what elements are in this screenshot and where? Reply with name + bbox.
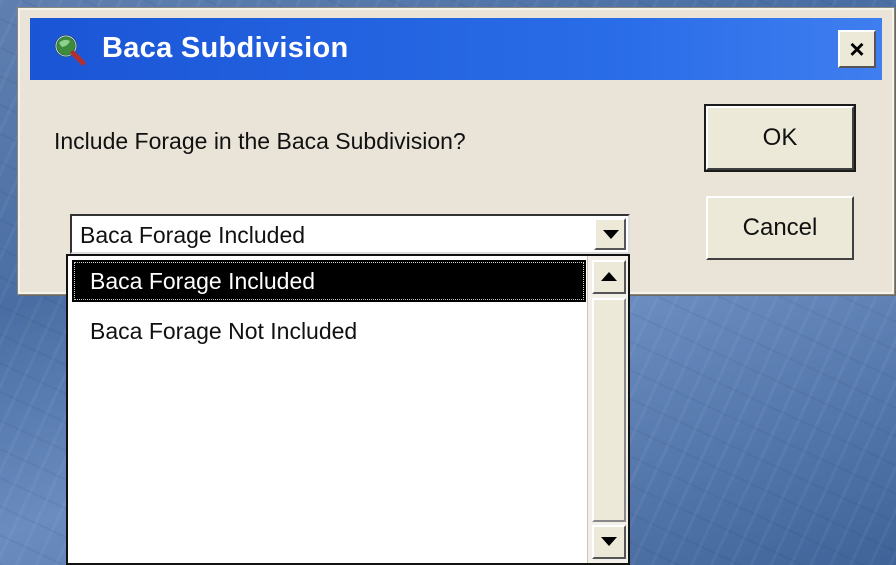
scrollbar-thumb[interactable] [592, 298, 626, 522]
title-bar[interactable]: Baca Subdivision × [30, 18, 882, 80]
arrow-up-icon [601, 272, 617, 281]
close-button[interactable]: × [838, 30, 876, 68]
cancel-button[interactable]: Cancel [706, 196, 854, 260]
ok-button[interactable]: OK [704, 104, 856, 172]
combobox-dropdown-button[interactable] [594, 218, 626, 250]
dialog-window: Baca Subdivision × Include Forage in the… [17, 7, 895, 295]
window-title: Baca Subdivision [102, 32, 349, 64]
prompt-label: Include Forage in the Baca Subdivision? [54, 128, 466, 154]
scroll-down-button[interactable] [592, 525, 626, 559]
dropdown-list: Baca Forage Included Baca Forage Not Inc… [66, 254, 630, 565]
scroll-up-button[interactable] [592, 260, 626, 294]
forage-combobox[interactable]: Baca Forage Included [70, 214, 630, 254]
combobox-value: Baca Forage Included [80, 222, 306, 248]
arrow-down-icon [601, 537, 617, 546]
list-item-forage-included[interactable]: Baca Forage Included [72, 260, 586, 302]
list-item-forage-not-included[interactable]: Baca Forage Not Included [72, 310, 586, 352]
globe-magnifier-icon [55, 35, 86, 66]
vertical-scrollbar[interactable] [587, 256, 628, 563]
close-icon: × [849, 33, 865, 64]
chevron-down-icon [603, 230, 619, 239]
